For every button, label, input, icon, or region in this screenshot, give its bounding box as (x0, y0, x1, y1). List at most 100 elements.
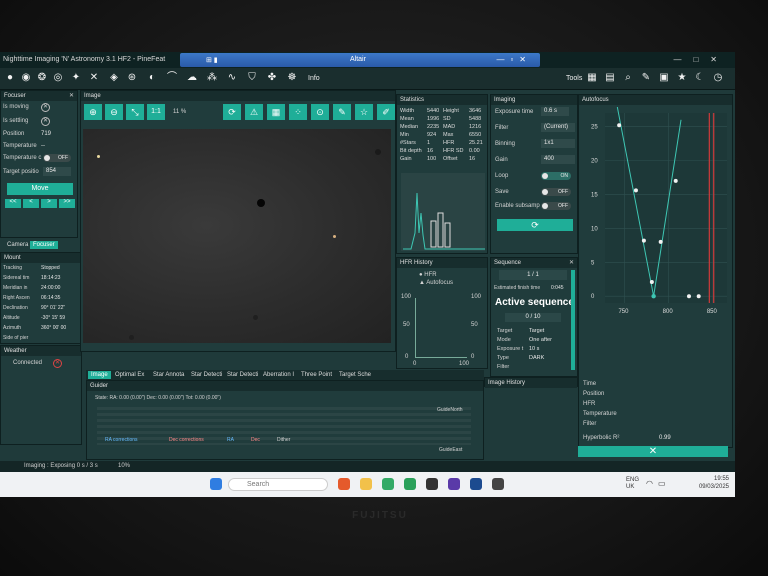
flat-panel-icon[interactable]: ◐ (146, 72, 158, 84)
tab-aberration-inspector[interactable]: Aberration I (260, 371, 297, 379)
statistics-panel: Statistics Width 5440 Height 3646 Mean 1996 SD… (396, 94, 488, 254)
tab-optimal-exposure[interactable]: Optimal Ex (112, 371, 147, 379)
step-far-left-button[interactable]: << (5, 199, 21, 208)
subsample-toggle[interactable]: OFF (541, 202, 571, 210)
remote-window-controls[interactable]: —▫✕ (496, 55, 532, 64)
shield-icon[interactable]: ⛉ (246, 72, 258, 84)
stellarium-icon[interactable] (448, 478, 460, 490)
close-icon[interactable]: ✕ (69, 92, 74, 99)
lang-bottom: UK (626, 484, 635, 490)
chart-icon[interactable]: ∿ (226, 72, 238, 84)
clock[interactable]: 19:55 09/03/2025 (699, 475, 729, 491)
star-detect-icon[interactable]: ⁘ (289, 104, 307, 120)
exposure-unit: s (554, 108, 558, 114)
dome-icon[interactable]: ⌒ (166, 72, 178, 84)
zoom-out-icon[interactable]: ⊖ (105, 104, 123, 120)
grid-overlay-icon[interactable]: ▦ (267, 104, 285, 120)
image-viewer[interactable] (83, 129, 391, 343)
tab-focuser[interactable]: Focuser (30, 241, 58, 249)
rotator-icon[interactable]: ✦ (70, 72, 82, 84)
focuser-icon[interactable]: ◎ (52, 72, 64, 84)
mount-panel: Mount Tracking Stopped Sidereal tim 18:14:2… (0, 252, 82, 344)
info-label[interactable]: Info (308, 75, 320, 82)
tab-target-scheduler[interactable]: Target Sche (336, 371, 374, 379)
telescope-icon[interactable]: ✕ (88, 72, 100, 84)
sequence-scrollbar[interactable] (571, 270, 575, 370)
search-icon[interactable]: ⌕ (622, 72, 634, 84)
stat-value: 1 (427, 140, 431, 146)
phd2-icon[interactable] (470, 478, 482, 490)
pen-icon[interactable]: ✐ (377, 104, 395, 120)
nina-icon[interactable] (426, 478, 438, 490)
wifi-icon[interactable]: ◠ (646, 479, 653, 488)
equipment-icon[interactable]: ● (4, 72, 16, 84)
chrome-icon[interactable] (382, 478, 394, 490)
stat-label: HFR (443, 140, 455, 146)
tools-label[interactable]: Tools (566, 75, 582, 82)
battery-icon[interactable]: ▭ (658, 479, 666, 488)
rotate-icon[interactable]: ⟳ (223, 104, 241, 120)
save-toggle[interactable]: OFF (541, 188, 571, 196)
app-icon[interactable] (404, 478, 416, 490)
moon-icon[interactable]: ☾ (694, 72, 706, 84)
calculator-icon[interactable]: ▣ (658, 72, 670, 84)
star-icon[interactable]: ★ (676, 72, 688, 84)
filter-select[interactable]: (Current) (541, 123, 575, 132)
loop-toggle[interactable]: ON (541, 172, 571, 180)
tab-star-annotation[interactable]: Star Annota (150, 371, 187, 379)
pin-icon[interactable]: ⊞ ▮ (206, 56, 218, 64)
switch-icon[interactable]: ⊛ (126, 72, 138, 84)
tab-image[interactable]: Image (88, 371, 111, 379)
file-explorer-icon[interactable] (360, 478, 372, 490)
crosshair-icon[interactable]: ⊙ (311, 104, 329, 120)
language-indicator[interactable]: ENG UK (626, 477, 639, 491)
move-button[interactable]: Move (7, 183, 73, 195)
clipboard-icon[interactable]: ▤ (604, 72, 616, 84)
tab-star-detection[interactable]: Star Detecti (188, 371, 225, 379)
tab-star-detection-2[interactable]: Star Detecti (224, 371, 261, 379)
star-icon[interactable]: ☆ (355, 104, 373, 120)
windows-start-icon[interactable] (210, 478, 222, 490)
fit-icon[interactable]: ⤡ (126, 104, 144, 120)
statistics-header: Statistics (397, 95, 487, 105)
temp-comp-toggle[interactable]: OFF (43, 154, 71, 162)
step-right-button[interactable]: > (41, 199, 57, 208)
altair-icon[interactable] (492, 478, 504, 490)
options-icon[interactable]: ☸ (286, 72, 298, 84)
filter-wheel-icon[interactable]: ❂ (36, 72, 48, 84)
capture-button[interactable]: ⟳ (497, 219, 573, 231)
brave-icon[interactable] (338, 478, 350, 490)
zoom-1to1-button[interactable]: 1:1 (147, 104, 165, 120)
brush-icon[interactable]: ✎ (640, 72, 652, 84)
warning-icon[interactable]: ⚠ (245, 104, 263, 120)
step-far-right-button[interactable]: >> (59, 199, 75, 208)
save-label: Save (495, 189, 509, 195)
histogram-chart (401, 173, 485, 251)
lang-top: ENG (626, 477, 640, 483)
remote-session-bar[interactable]: ⊞ ▮ Altair —▫✕ (180, 53, 540, 67)
grid-icon[interactable]: ▦ (586, 72, 598, 84)
close-icon[interactable]: ✕ (569, 259, 574, 266)
clock-icon[interactable]: ◷ (712, 72, 724, 84)
taskbar-search[interactable]: Search (228, 478, 328, 491)
weather-icon[interactable]: ☁ (186, 72, 198, 84)
exposure-input[interactable]: 0.6 s (541, 107, 569, 116)
dropper-icon[interactable]: ✎ (333, 104, 351, 120)
sequence-icon[interactable]: ⁂ (206, 72, 218, 84)
step-left-button[interactable]: < (23, 199, 39, 208)
autofocus-info-label: Temperature (583, 411, 617, 417)
plugin-icon[interactable]: ✤ (266, 72, 278, 84)
window-controls[interactable]: —□✕ (673, 55, 729, 64)
camera-icon[interactable]: ◉ (20, 72, 32, 84)
disconnect-icon[interactable]: ✕ (53, 359, 62, 368)
zoom-in-icon[interactable]: ⊕ (84, 104, 102, 120)
tab-three-point[interactable]: Three Point (298, 371, 335, 379)
cancel-autofocus-button[interactable]: ✕ (578, 446, 728, 457)
tab-camera[interactable]: Camera (4, 241, 31, 249)
guider-icon[interactable]: ◈ (108, 72, 120, 84)
gain-input[interactable]: 400 (541, 155, 575, 164)
binning-select[interactable]: 1x1 (541, 139, 575, 148)
image-header: Image (81, 91, 395, 101)
screen: Nighttime Imaging 'N' Astronomy 3.1 HF2 … (0, 52, 735, 497)
target-position-input[interactable]: 854 (43, 167, 71, 176)
